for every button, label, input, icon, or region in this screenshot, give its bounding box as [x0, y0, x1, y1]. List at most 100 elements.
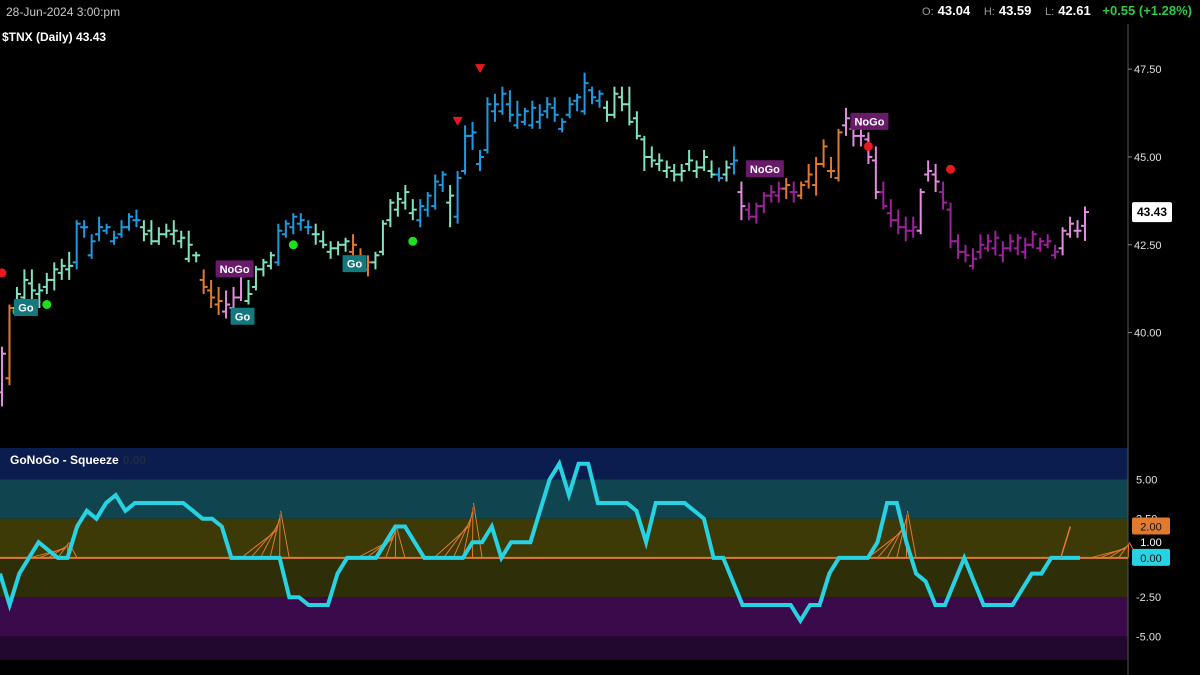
ohlc-bar — [289, 213, 298, 235]
ohlc-bar — [214, 286, 223, 316]
ohlc-bar — [632, 111, 641, 140]
ohlc-bar — [431, 174, 440, 210]
ohlc-bar — [468, 121, 477, 150]
ohlc-bar — [1043, 234, 1052, 249]
ohlc-bar — [80, 220, 89, 238]
ohlc-bar — [916, 188, 925, 235]
ohlc-bar — [1066, 216, 1075, 238]
ohlc-bar — [20, 269, 29, 301]
open-value: 43.04 — [937, 3, 971, 18]
high-value: 43.59 — [998, 3, 1032, 18]
ohlc-bar — [827, 156, 836, 179]
ohlc-bar — [207, 279, 216, 309]
ohlc-bar — [998, 241, 1007, 263]
ohlc-bar — [169, 220, 178, 245]
oscillator-tick-label: 5.00 — [1136, 474, 1157, 486]
ohlc-bar — [976, 234, 985, 259]
ohlc-bar — [274, 223, 283, 266]
background-band — [0, 518, 1128, 558]
low-value: 42.61 — [1058, 3, 1091, 18]
ohlc-bar — [378, 220, 387, 256]
ohlc-bar — [729, 146, 738, 175]
ohlc-bar — [1073, 220, 1082, 238]
ohlc-bar — [528, 100, 537, 129]
ohlc-bar — [871, 146, 880, 200]
label-text: NoGo — [854, 116, 884, 128]
background-band — [0, 597, 1128, 637]
ohlc-bar — [588, 86, 597, 105]
ohlc-bar — [782, 178, 791, 200]
oscillator-tick-label: -2.50 — [1136, 592, 1161, 604]
ohlc-bar — [602, 100, 611, 122]
ohlc-bar — [894, 209, 903, 235]
ohlc-bar — [640, 135, 649, 172]
ohlc-bar — [498, 86, 507, 115]
nogo-label: NoGo — [850, 112, 889, 130]
ohlc-bar — [797, 181, 806, 200]
nogo-countertrend-dot — [0, 268, 7, 278]
ohlc-bar — [304, 220, 313, 235]
ohlc-bar — [886, 199, 895, 228]
ohlc-bar — [879, 181, 888, 210]
indicator-value: 0.00 — [122, 453, 147, 467]
ohlc-bar — [677, 163, 686, 182]
ohlc-bar — [401, 185, 410, 210]
nogo-countertrend-dot — [863, 141, 873, 151]
change-value: +0.55 (+1.28%) — [1102, 3, 1192, 18]
ohlc-bar — [617, 86, 626, 112]
squeeze-panel[interactable]: 5.002.50-2.50-5.002.001.000.00 — [0, 448, 1200, 675]
ohlc-bar — [438, 171, 447, 193]
ohlc-bar — [416, 199, 425, 228]
ohlc-bar — [1021, 237, 1030, 259]
ohlc-bar — [968, 248, 977, 270]
nogo-reversal-triangle — [475, 64, 486, 74]
ohlc-bar — [991, 230, 1000, 256]
ohlc-bar — [759, 192, 768, 214]
nogo-label: NoGo — [745, 160, 784, 178]
symbol-label: $TNX (Daily) 43.43 — [2, 30, 107, 44]
oscillator-tick-label: -5.00 — [1136, 631, 1161, 643]
ohlc-bar — [453, 171, 462, 224]
right-value-label: 0.00 — [1140, 553, 1161, 565]
ohlc-bar — [983, 234, 992, 252]
ohlc-bar — [371, 251, 380, 270]
label-text: Go — [18, 303, 34, 315]
ohlc-bar — [154, 227, 163, 245]
ohlc-bar — [1058, 227, 1067, 256]
price-tick-label: 42.50 — [1134, 240, 1162, 252]
ohlc-bar — [513, 100, 522, 129]
ohlc-bar — [1028, 230, 1037, 249]
datetime-label: 28-Jun-2024 3:00:pm — [6, 5, 121, 19]
ohlc-bar — [580, 72, 589, 115]
ohlc-bar — [393, 192, 402, 217]
go-countertrend-dot — [288, 240, 298, 250]
ohlc-bar — [281, 220, 290, 238]
ohlc-bar — [789, 181, 798, 203]
go-label: Go — [13, 299, 38, 317]
ohlc-bar — [162, 223, 171, 238]
ohlc-bar — [924, 160, 933, 182]
ohlc-bar — [57, 258, 66, 280]
ohlc-bar — [1036, 237, 1045, 252]
price-chart[interactable]: 47.50 45.00 42.50 40.00 Go NoGo Go Go NoGo NoGo 43… — [0, 24, 1200, 448]
ohlc-bar — [1006, 234, 1015, 252]
ohlc-bar — [177, 230, 186, 249]
nogo-label: NoGo — [215, 260, 254, 278]
background-band — [0, 636, 1128, 660]
right-value-label: 2.00 — [1140, 522, 1161, 534]
ohlc-bar — [901, 216, 910, 242]
ohlc-bar — [102, 223, 111, 235]
ohlc-bar — [72, 220, 81, 270]
ohlc-bar — [326, 241, 335, 259]
ohlc-bar — [939, 181, 948, 210]
ohlc-bar — [1081, 206, 1089, 241]
ohlc-bar — [655, 153, 664, 172]
ohlc-bar — [595, 90, 604, 108]
ohlc-bar — [804, 163, 813, 189]
ohlc-bar — [610, 86, 619, 119]
ohlc-bar — [700, 149, 709, 172]
ohlc-bar — [423, 192, 432, 217]
ohlc-bar — [909, 216, 918, 238]
ohlc-bar — [550, 97, 559, 122]
label-text: NoGo — [750, 164, 780, 176]
